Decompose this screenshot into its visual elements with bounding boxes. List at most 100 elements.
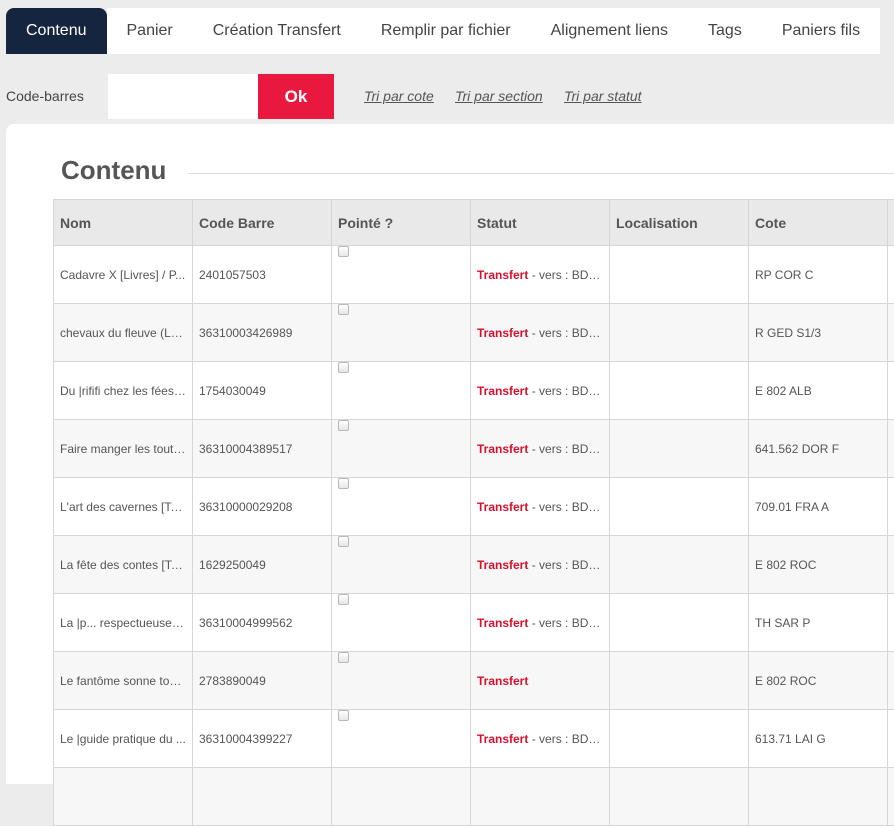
cell-extra	[888, 710, 894, 768]
cell-nom[interactable]: Cadavre X [Livres] / P...	[54, 246, 193, 304]
tab-tags[interactable]: Tags	[688, 8, 762, 54]
status-keyword: Transfert	[477, 268, 528, 282]
cell-nom[interactable]: Le |guide pratique du ...	[54, 710, 193, 768]
tab-contenu[interactable]: Contenu	[6, 8, 107, 54]
cell-localisation	[610, 710, 749, 768]
cell-statut: Transfert	[471, 652, 610, 710]
cell-extra	[888, 420, 894, 478]
cell-cote: RP COR C	[749, 246, 888, 304]
status-keyword: Transfert	[477, 326, 528, 340]
column-header-statut[interactable]: Statut	[471, 200, 610, 246]
cell-nom[interactable]: chevaux du fleuve (Le...	[54, 304, 193, 362]
cell-cote: E 802 ALB	[749, 362, 888, 420]
sort-by-cote-link[interactable]: Tri par cote	[364, 88, 434, 104]
cell-extra	[888, 362, 894, 420]
status-detail: - vers : BDP-...	[528, 558, 609, 572]
cell-nom[interactable]: Faire manger les tout-...	[54, 420, 193, 478]
tab-remplir-par-fichier[interactable]: Remplir par fichier	[361, 8, 531, 54]
cell-statut: Transfert - vers : BDP-...	[471, 362, 610, 420]
cell-code-barre	[193, 768, 332, 826]
title-divider	[188, 173, 894, 174]
column-header-localisation[interactable]: Localisation	[610, 200, 749, 246]
cell-code-barre: 36310004389517	[193, 420, 332, 478]
table-header-row: Nom Code Barre Pointé ? Statut Localisat…	[54, 200, 894, 246]
status-detail: - vers : BDP-...	[528, 500, 609, 514]
cell-code-barre: 36310004999562	[193, 594, 332, 652]
status-detail: - vers : BDP-...	[528, 326, 609, 340]
cell-extra	[888, 594, 894, 652]
cell-statut: Transfert - vers : BDP-...	[471, 246, 610, 304]
pointe-checkbox[interactable]	[338, 478, 349, 489]
tab-panier[interactable]: Panier	[107, 8, 193, 54]
cell-cote: 709.01 FRA A	[749, 478, 888, 536]
status-keyword: Transfert	[477, 616, 528, 630]
cell-code-barre: 1629250049	[193, 536, 332, 594]
tab-paniers-fils[interactable]: Paniers fils	[762, 8, 880, 54]
status-detail: - vers : BDP-...	[528, 442, 609, 456]
ok-button[interactable]: Ok	[258, 74, 334, 119]
cell-cote: TH SAR P	[749, 594, 888, 652]
status-keyword: Transfert	[477, 384, 528, 398]
table-row: La |p... respectueuse [...36310004999562…	[54, 594, 894, 652]
cell-localisation	[610, 536, 749, 594]
cell-cote: E 802 ROC	[749, 652, 888, 710]
cell-statut: Transfert - vers : BDP-...	[471, 420, 610, 478]
cell-cote: R GED S1/3	[749, 304, 888, 362]
cell-pointe	[332, 710, 471, 768]
column-header-extra	[888, 200, 894, 246]
barcode-label: Code-barres	[6, 88, 84, 104]
cell-extra	[888, 304, 894, 362]
cell-nom[interactable]: Du |rififi chez les fées [...	[54, 362, 193, 420]
cell-cote	[749, 768, 888, 826]
pointe-checkbox[interactable]	[338, 536, 349, 547]
table-row: Du |rififi chez les fées [...1754030049T…	[54, 362, 894, 420]
column-header-cote[interactable]: Cote	[749, 200, 888, 246]
pointe-checkbox[interactable]	[338, 594, 349, 605]
cell-pointe	[332, 594, 471, 652]
status-detail: - vers : BDP-...	[528, 384, 609, 398]
cell-pointe	[332, 420, 471, 478]
tab-creation-transfert[interactable]: Création Transfert	[193, 8, 361, 54]
cell-statut: Transfert - vers : BDP-...	[471, 536, 610, 594]
sort-by-section-link[interactable]: Tri par section	[455, 88, 543, 104]
cell-nom[interactable]: L'art des cavernes [Te...	[54, 478, 193, 536]
sort-by-statut-link[interactable]: Tri par statut	[564, 88, 642, 104]
cell-nom[interactable]: La |p... respectueuse [...	[54, 594, 193, 652]
cell-localisation	[610, 304, 749, 362]
table-row: Faire manger les tout-...36310004389517 T…	[54, 420, 894, 478]
cell-statut: Transfert - vers : BDP-...	[471, 710, 610, 768]
status-detail: - vers : BDP-...	[528, 732, 609, 746]
column-header-code-barre[interactable]: Code Barre	[193, 200, 332, 246]
column-header-pointe[interactable]: Pointé ?	[332, 200, 471, 246]
cell-statut: Transfert - vers : BDP-...	[471, 478, 610, 536]
cell-extra	[888, 478, 894, 536]
status-keyword: Transfert	[477, 558, 528, 572]
cell-pointe	[332, 478, 471, 536]
content-table: Nom Code Barre Pointé ? Statut Localisat…	[53, 199, 894, 826]
pointe-checkbox[interactable]	[338, 304, 349, 315]
status-detail: - vers : BDP-...	[528, 616, 609, 630]
pointe-checkbox[interactable]	[338, 420, 349, 431]
cell-nom[interactable]: Le fantôme sonne tou...	[54, 652, 193, 710]
table-row: Cadavre X [Livres] / P...2401057503 Trans…	[54, 246, 894, 304]
cell-nom[interactable]: La fête des contes [Te...	[54, 536, 193, 594]
pointe-checkbox[interactable]	[338, 246, 349, 257]
cell-extra	[888, 768, 894, 826]
cell-code-barre: 2401057503	[193, 246, 332, 304]
cell-nom[interactable]	[54, 768, 193, 826]
table-row: chevaux du fleuve (Le...36310003426989Tr…	[54, 304, 894, 362]
pointe-checkbox[interactable]	[338, 710, 349, 721]
column-header-nom[interactable]: Nom	[54, 200, 193, 246]
cell-statut: Transfert - vers : BDP-...	[471, 304, 610, 362]
pointe-checkbox[interactable]	[338, 362, 349, 373]
tab-alignement-liens[interactable]: Alignement liens	[531, 8, 688, 54]
cell-cote: E 802 ROC	[749, 536, 888, 594]
cell-localisation	[610, 652, 749, 710]
content-panel: Contenu Nom Code Barre Pointé ? Statut L…	[6, 124, 894, 784]
cell-pointe	[332, 768, 471, 826]
pointe-checkbox[interactable]	[338, 652, 349, 663]
cell-localisation	[610, 478, 749, 536]
status-keyword: Transfert	[477, 674, 528, 688]
barcode-input[interactable]	[108, 74, 258, 119]
page-title: Contenu	[61, 155, 166, 186]
